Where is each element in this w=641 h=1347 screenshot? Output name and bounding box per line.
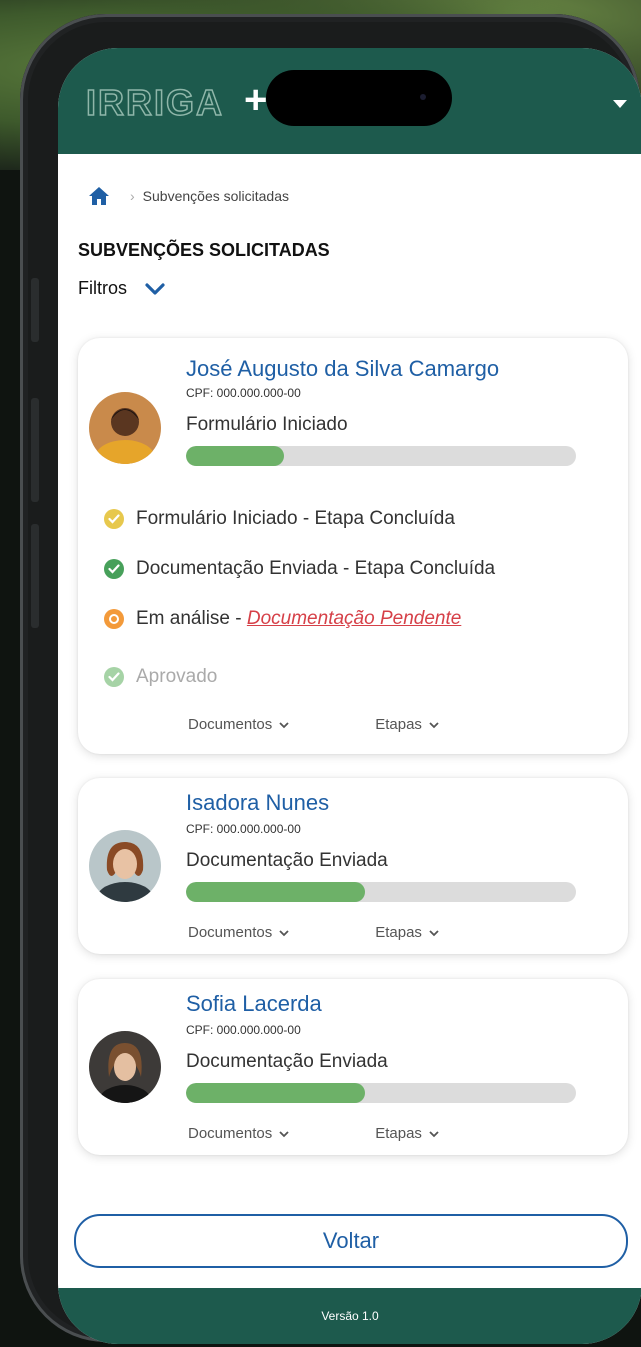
- progress-bar: [186, 1083, 576, 1103]
- request-status: Documentação Enviada: [186, 850, 388, 871]
- home-icon[interactable]: [88, 186, 110, 206]
- card-actions: Documentos Etapas: [188, 924, 440, 941]
- applicant-cpf: CPF: 000.000.000-00: [186, 1023, 301, 1037]
- chevron-right-icon: ›: [130, 188, 135, 204]
- steps-label: Etapas: [375, 1125, 422, 1142]
- applicant-cpf: CPF: 000.000.000-00: [186, 822, 301, 836]
- back-button[interactable]: Voltar: [74, 1214, 628, 1268]
- request-card[interactable]: Isadora Nunes CPF: 000.000.000-00 Docume…: [78, 778, 628, 954]
- filters-label: Filtros: [78, 278, 127, 298]
- filters-toggle[interactable]: Filtros: [78, 278, 165, 299]
- steps-label: Etapas: [375, 924, 422, 941]
- chevron-down-icon: [429, 721, 439, 728]
- documents-toggle[interactable]: Documentos: [188, 716, 290, 733]
- check-icon: [104, 509, 124, 529]
- progress-fill: [186, 882, 366, 902]
- documents-label: Documentos: [188, 716, 273, 733]
- step-item: Formulário Iniciado - Etapa Concluída: [104, 508, 455, 530]
- check-icon: [104, 559, 124, 579]
- request-card[interactable]: José Augusto da Silva Camargo CPF: 000.0…: [78, 338, 628, 754]
- request-status: Formulário Iniciado: [186, 414, 348, 435]
- mute-switch: [31, 278, 39, 342]
- app-header: IRRIGA +: [58, 48, 641, 154]
- request-status: Documentação Enviada: [186, 1051, 388, 1072]
- back-button-label: Voltar: [322, 1228, 380, 1253]
- steps-toggle[interactable]: Etapas: [375, 924, 440, 941]
- volume-up-button: [31, 398, 39, 502]
- pending-docs-link[interactable]: Documentação Pendente: [247, 608, 461, 629]
- documents-toggle[interactable]: Documentos: [188, 924, 290, 941]
- pending-icon: [104, 609, 124, 629]
- chevron-down-icon: [429, 929, 439, 936]
- chevron-down-icon: [279, 929, 289, 936]
- check-icon: [104, 667, 124, 687]
- step-label: Aprovado: [136, 666, 218, 687]
- documents-toggle[interactable]: Documentos: [188, 1125, 290, 1142]
- step-item: Em análise - Documentação Pendente: [104, 608, 461, 630]
- documents-label: Documentos: [188, 1125, 273, 1142]
- breadcrumb-current: Subvenções solicitadas: [142, 188, 289, 204]
- progress-bar: [186, 882, 576, 902]
- applicant-cpf: CPF: 000.000.000-00: [186, 386, 301, 400]
- step-item: Documentação Enviada - Etapa Concluída: [104, 558, 495, 580]
- breadcrumb: › Subvenções solicitadas: [88, 184, 289, 208]
- version-label: Versão 1.0: [321, 1309, 379, 1323]
- avatar: [89, 830, 161, 902]
- app-logo: IRRIGA: [85, 81, 224, 124]
- phone-frame: IRRIGA + › Subvenções solicitadas SUBVEN…: [20, 14, 641, 1344]
- avatar: [89, 392, 161, 464]
- step-label: Formulário Iniciado - Etapa Concluída: [136, 508, 455, 529]
- card-actions: Documentos Etapas: [188, 1125, 440, 1142]
- app-screen: IRRIGA + › Subvenções solicitadas SUBVEN…: [58, 48, 641, 1344]
- steps-toggle[interactable]: Etapas: [375, 716, 440, 733]
- step-label-prefix: Em análise -: [136, 608, 247, 629]
- progress-fill: [186, 1083, 366, 1103]
- step-label: Em análise - Documentação Pendente: [136, 608, 461, 630]
- applicant-name[interactable]: José Augusto da Silva Camargo: [186, 356, 499, 382]
- request-card[interactable]: Sofia Lacerda CPF: 000.000.000-00 Docume…: [78, 979, 628, 1155]
- documents-label: Documentos: [188, 924, 273, 941]
- user-menu-caret-icon[interactable]: [613, 100, 627, 108]
- chevron-down-icon: [429, 1130, 439, 1137]
- applicant-name[interactable]: Isadora Nunes: [186, 790, 329, 816]
- chevron-down-icon: [279, 1130, 289, 1137]
- applicant-name[interactable]: Sofia Lacerda: [186, 991, 322, 1017]
- camera-dot: [420, 94, 426, 100]
- step-label: Documentação Enviada - Etapa Concluída: [136, 558, 496, 579]
- volume-down-button: [31, 524, 39, 628]
- chevron-down-icon: [279, 721, 289, 728]
- steps-toggle[interactable]: Etapas: [375, 1125, 440, 1142]
- card-actions: Documentos Etapas: [188, 716, 440, 733]
- app-footer: Versão 1.0: [58, 1288, 641, 1344]
- steps-label: Etapas: [375, 716, 422, 733]
- avatar: [89, 1031, 161, 1103]
- progress-fill: [186, 446, 284, 466]
- logo-plus-icon: +: [244, 78, 268, 122]
- step-item: Aprovado: [104, 666, 217, 688]
- progress-bar: [186, 446, 576, 466]
- page-title: SUBVENÇÕES SOLICITADAS: [78, 240, 330, 260]
- chevron-down-icon: [145, 282, 165, 295]
